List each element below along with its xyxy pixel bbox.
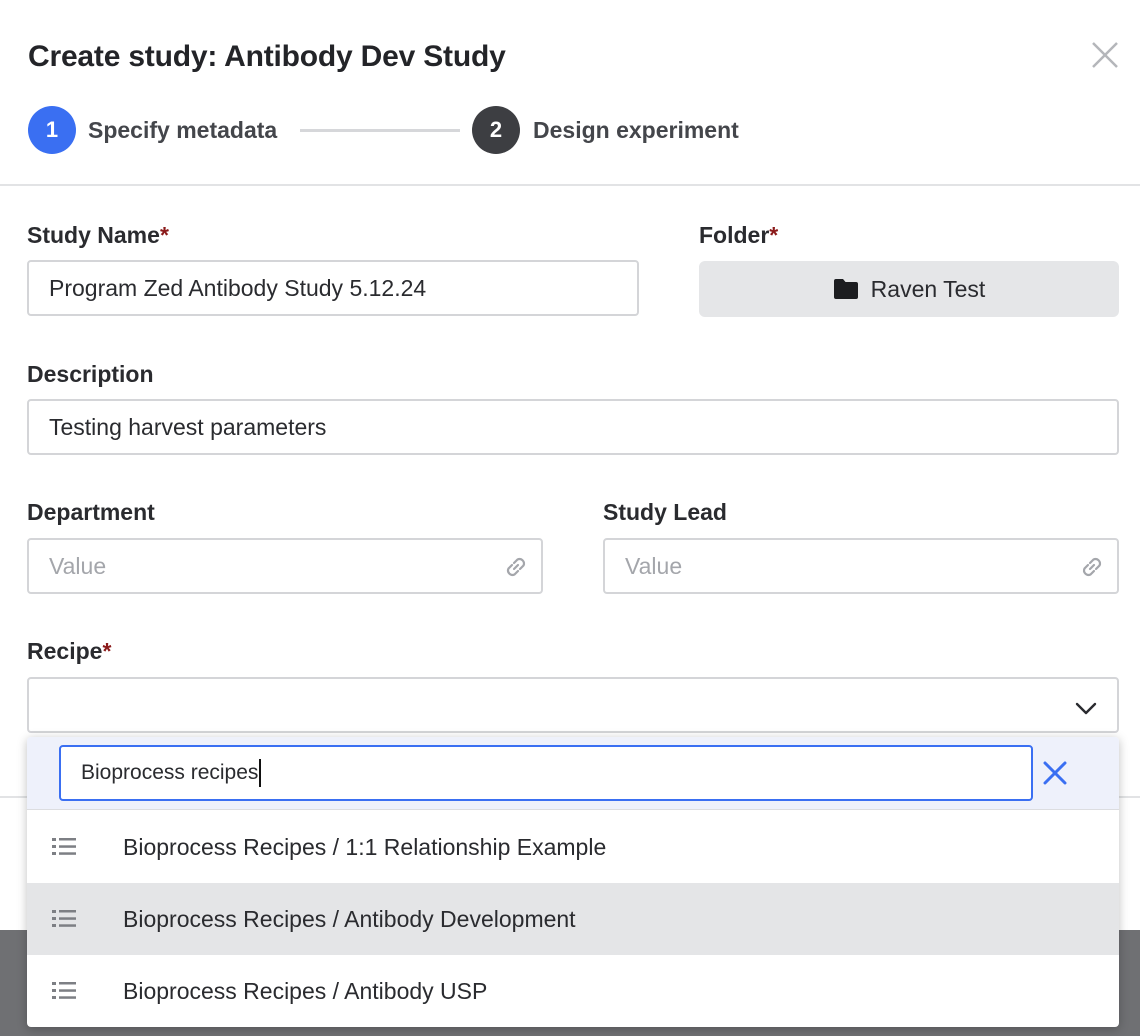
- study-lead-placeholder: Value: [625, 552, 683, 579]
- study-name-label: Study Name*: [27, 222, 169, 248]
- study-lead-label: Study Lead: [603, 499, 727, 525]
- description-value: Testing harvest parameters: [49, 413, 327, 440]
- chevron-down-icon: [1075, 702, 1097, 715]
- department-label: Department: [27, 499, 155, 525]
- required-marker: *: [102, 638, 112, 664]
- recipe-option[interactable]: Bioprocess Recipes / Antibody Developmen…: [27, 883, 1119, 955]
- recipe-option-label: Bioprocess Recipes / 1:1 Relationship Ex…: [123, 833, 607, 860]
- close-button[interactable]: [1088, 38, 1122, 72]
- recipe-label: Recipe*: [27, 638, 112, 664]
- description-label: Description: [27, 361, 154, 387]
- close-icon: [1092, 42, 1118, 68]
- link-icon[interactable]: [501, 552, 531, 582]
- folder-icon: [833, 279, 858, 299]
- department-input[interactable]: Value: [27, 538, 543, 594]
- study-name-value: Program Zed Antibody Study 5.12.24: [49, 274, 427, 301]
- study-name-input[interactable]: Program Zed Antibody Study 5.12.24: [27, 260, 639, 316]
- step-connector: [300, 129, 460, 132]
- step-2-label[interactable]: Design experiment: [533, 117, 739, 144]
- folder-picker-button[interactable]: Raven Test: [699, 261, 1119, 317]
- recipe-option[interactable]: Bioprocess Recipes / 1:1 Relationship Ex…: [27, 811, 1119, 883]
- text-caret: [259, 759, 262, 787]
- description-input[interactable]: Testing harvest parameters: [27, 399, 1119, 455]
- recipe-select[interactable]: [27, 677, 1119, 733]
- recipe-option-label: Bioprocess Recipes / Antibody USP: [123, 977, 488, 1004]
- recipe-dropdown: Bioprocess recipes Bioprocess Recipes / …: [27, 737, 1119, 1027]
- step-1-badge[interactable]: 1: [28, 106, 76, 154]
- step-1-label[interactable]: Specify metadata: [88, 117, 277, 144]
- study-lead-input[interactable]: Value: [603, 538, 1119, 594]
- folder-value: Raven Test: [870, 275, 986, 302]
- required-marker: *: [769, 222, 779, 248]
- list-icon: [52, 838, 76, 855]
- list-icon: [52, 910, 76, 927]
- department-placeholder: Value: [49, 552, 107, 579]
- list-icon: [52, 982, 76, 999]
- required-marker: *: [159, 222, 169, 248]
- step-2-badge[interactable]: 2: [472, 106, 520, 154]
- recipe-search-input[interactable]: Bioprocess recipes: [59, 745, 1033, 801]
- modal-title: Create study: Antibody Dev Study: [28, 40, 506, 73]
- link-icon[interactable]: [1077, 552, 1107, 582]
- dropdown-search-area: Bioprocess recipes: [27, 737, 1119, 810]
- recipe-option-label: Bioprocess Recipes / Antibody Developmen…: [123, 905, 576, 932]
- folder-label: Folder*: [699, 222, 779, 248]
- recipe-search-value: Bioprocess recipes: [81, 761, 259, 784]
- stepper: 1 Specify metadata 2 Design experiment: [28, 106, 928, 154]
- header-divider: [0, 184, 1140, 186]
- recipe-option[interactable]: Bioprocess Recipes / Antibody USP: [27, 955, 1119, 1027]
- clear-icon[interactable]: [1040, 758, 1070, 788]
